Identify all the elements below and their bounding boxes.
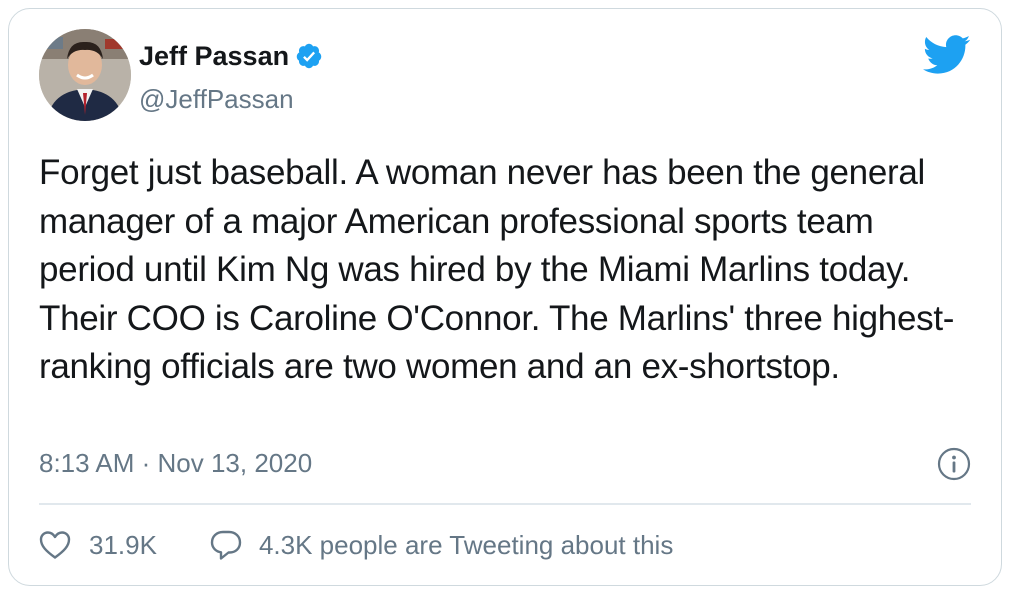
avatar[interactable] xyxy=(39,29,131,121)
info-icon[interactable] xyxy=(937,447,971,481)
like-button[interactable]: 31.9K xyxy=(39,529,157,561)
verified-badge-icon xyxy=(295,42,323,70)
tweet-actions: 31.9K 4.3K people are Tweeting about thi… xyxy=(39,529,673,561)
conversation-link[interactable]: 4.3K people are Tweeting about this xyxy=(209,529,673,561)
tweet-card[interactable]: Jeff Passan @JeffPassan Forget just base… xyxy=(8,8,1002,586)
twitter-bird-icon[interactable] xyxy=(922,35,971,75)
author-handle[interactable]: @JeffPassan xyxy=(139,83,294,115)
author-name-row[interactable]: Jeff Passan xyxy=(139,39,323,73)
conversation-label[interactable]: 4.3K people are Tweeting about this xyxy=(259,529,673,561)
divider xyxy=(39,503,971,505)
speech-bubble-icon[interactable] xyxy=(209,529,243,561)
heart-icon[interactable] xyxy=(39,530,71,560)
timestamp[interactable]: 8:13 AM · Nov 13, 2020 xyxy=(39,447,312,479)
author-name[interactable]: Jeff Passan xyxy=(139,39,289,73)
tweet-text: Forget just baseball. A woman never has … xyxy=(39,153,955,386)
like-count[interactable]: 31.9K xyxy=(89,529,157,561)
